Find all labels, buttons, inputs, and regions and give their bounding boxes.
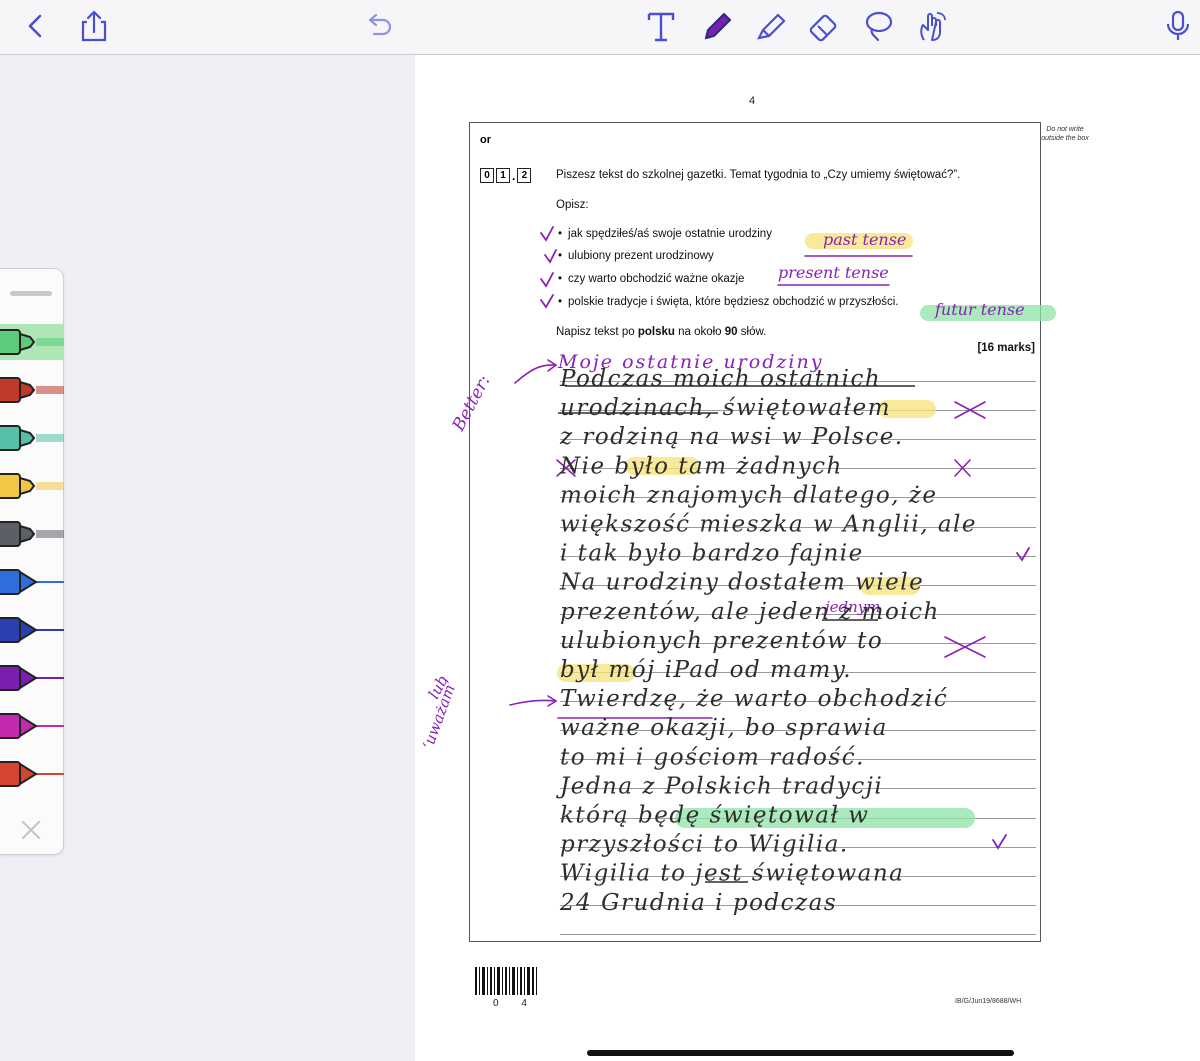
ruled-line	[560, 701, 1036, 703]
highlighter-swatch[interactable]	[0, 420, 64, 456]
ruled-line	[560, 497, 1036, 499]
question-number: 0 1 . 2	[480, 168, 533, 183]
footer-code: IB/G/Jun19/8688/WH	[955, 998, 1022, 1005]
highlighter-swatch[interactable]	[0, 516, 64, 552]
ruled-line	[560, 759, 1036, 761]
palette-grab-handle[interactable]	[10, 291, 52, 296]
ruled-line	[560, 904, 1036, 906]
document-page: 4 Do not write outside the box or 0 1 . …	[415, 55, 1200, 1061]
highlighter-swatch[interactable]	[0, 372, 64, 408]
ruled-line	[560, 468, 1036, 470]
microphone-icon[interactable]	[1158, 8, 1198, 44]
ruled-line	[560, 875, 1036, 877]
highlighter-swatch[interactable]	[0, 324, 64, 360]
pen-tool-icon[interactable]	[697, 8, 737, 44]
question-digit: 1	[496, 168, 510, 183]
ruled-line	[560, 672, 1036, 673]
or-label: or	[480, 134, 491, 146]
question-digit: 0	[480, 168, 494, 183]
highlighter-swatch[interactable]	[0, 468, 64, 504]
ruled-line	[560, 410, 1036, 412]
marks-label: [16 marks]	[977, 342, 1035, 354]
close-icon[interactable]	[20, 819, 42, 841]
barcode-digits: 0 4	[493, 998, 537, 1009]
question-digit: 2	[517, 168, 532, 183]
exam-answer-box: or 0 1 . 2 Piszesz tekst do szkolnej gaz…	[469, 122, 1041, 942]
text-tool-icon[interactable]	[641, 8, 681, 44]
ruled-line	[560, 526, 1036, 528]
hand-touch-icon[interactable]	[912, 8, 952, 44]
ruled-line	[560, 613, 1036, 615]
bullet-item: czy warto obchodzić ważne okazje	[558, 273, 744, 285]
share-icon[interactable]	[74, 8, 114, 44]
ruled-line	[560, 846, 1036, 848]
page-number: 4	[749, 95, 756, 107]
bullet-item: jak spędziłeś/aś swoje ostatnie urodziny	[558, 228, 772, 240]
pen-swatch[interactable]	[0, 756, 64, 792]
ruled-line	[560, 817, 1036, 819]
bullet-item: ulubiony prezent urodzinowy	[558, 250, 714, 262]
pen-swatch[interactable]	[0, 612, 64, 648]
ruled-line	[560, 933, 1036, 935]
highlighter-palette	[0, 268, 64, 855]
pen-swatch[interactable]	[0, 708, 64, 744]
back-chevron-icon[interactable]	[14, 8, 54, 44]
opisz-label: Opisz:	[556, 199, 589, 211]
margin-note: Do not write outside the box	[1041, 126, 1089, 142]
ruled-line	[560, 642, 1036, 644]
eraser-tool-icon[interactable]	[805, 8, 845, 44]
pen-swatch[interactable]	[0, 564, 64, 600]
bullet-item: polskie tradycje i święta, które będzies…	[558, 296, 898, 308]
barcode-image	[475, 967, 537, 995]
home-indicator[interactable]	[587, 1050, 1014, 1056]
undo-icon[interactable]	[358, 8, 398, 44]
pen-swatch[interactable]	[0, 660, 64, 696]
lasso-tool-icon[interactable]	[858, 8, 898, 44]
ruled-line	[560, 788, 1036, 790]
highlighter-tool-icon[interactable]	[751, 8, 791, 44]
question-text: Piszesz tekst do szkolnej gazetki. Temat…	[556, 169, 961, 181]
instruction-text: Napisz tekst po polsku na około 90 słów.	[556, 326, 767, 338]
ruled-line	[560, 439, 1036, 441]
ruled-line	[560, 584, 1036, 586]
ruled-line	[560, 381, 1036, 382]
ruled-line	[560, 555, 1036, 557]
top-toolbar	[0, 0, 1200, 55]
ruled-line	[560, 730, 1036, 732]
